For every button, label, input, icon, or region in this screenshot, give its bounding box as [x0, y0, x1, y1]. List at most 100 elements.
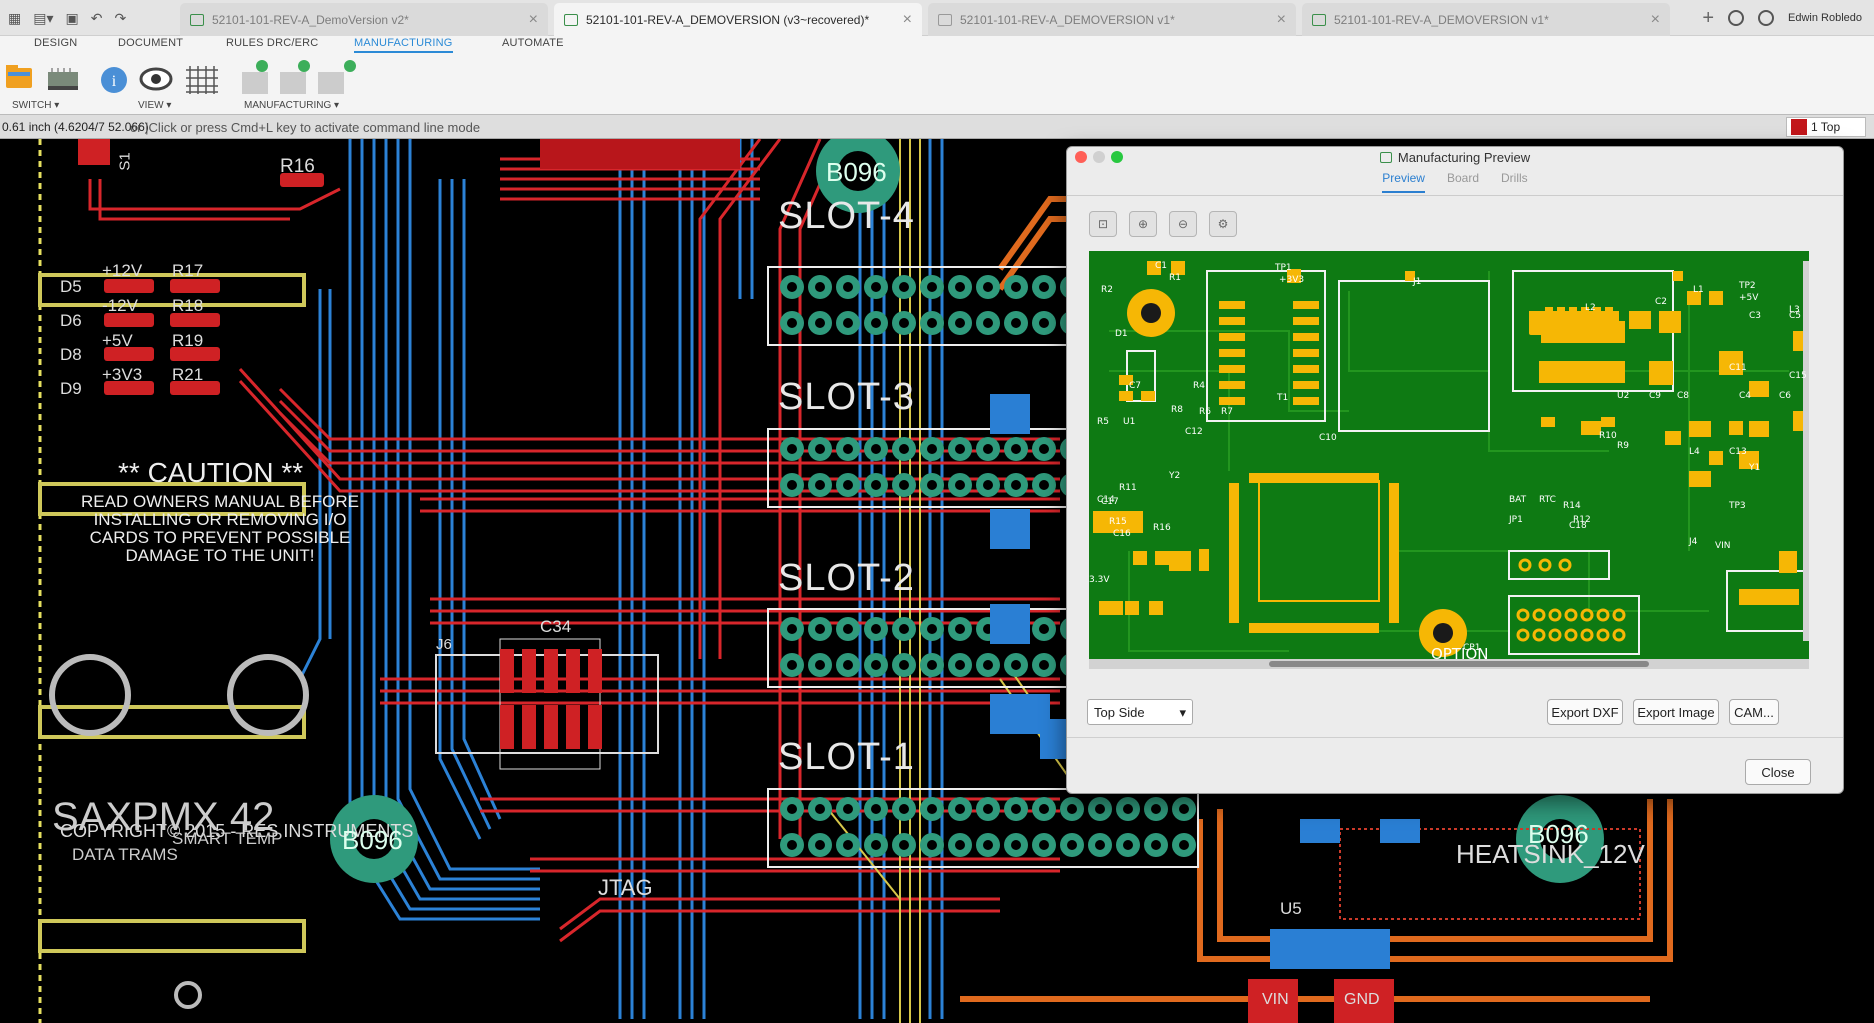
board-preview-image[interactable]: C1 R1 TP1 +3V3 J1 R2 D1 C7 R4 T1 R5 U1 R8 R6 R7 C12 C10 R… — [1089, 251, 1809, 669]
tab-design[interactable]: DESIGN — [34, 37, 77, 49]
silkscreen-label: R16 — [1153, 523, 1171, 533]
job-status-icon[interactable] — [1728, 10, 1744, 26]
cam-processor-icon[interactable] — [242, 60, 268, 94]
cam-button[interactable]: CAM... — [1729, 699, 1779, 725]
connector-drill — [1011, 444, 1021, 454]
connector-drill — [955, 480, 965, 490]
chevron-down-icon: ▾ — [1179, 705, 1186, 720]
design-file-icon — [1312, 13, 1326, 26]
gerber-export-icon[interactable] — [280, 60, 310, 94]
connector-drill — [1011, 318, 1021, 328]
side-select[interactable]: Top Side ▾ — [1087, 699, 1193, 725]
zoom-window-icon[interactable] — [1111, 151, 1123, 163]
redo-icon[interactable]: ↷ — [114, 10, 126, 27]
notifications-icon[interactable] — [1758, 10, 1774, 26]
export-image-button[interactable]: Export Image — [1633, 699, 1719, 725]
connector-drill — [787, 318, 797, 328]
settings-gear-icon[interactable]: ⚙ — [1209, 211, 1237, 237]
connector-drill — [927, 444, 937, 454]
close-tab-icon[interactable]: × — [529, 11, 538, 29]
command-line-input[interactable]: or |Click or press Cmd+L key to activate… — [130, 120, 480, 135]
connector-drill — [1123, 804, 1133, 814]
export-dxf-button[interactable]: Export DXF — [1547, 699, 1623, 725]
group-label-manufacturing[interactable]: MANUFACTURING ▾ — [244, 100, 339, 111]
connector-drill — [815, 318, 825, 328]
logo-subtitle: SMART TEMP — [172, 829, 283, 848]
close-tab-icon[interactable]: × — [1277, 11, 1286, 29]
tab-board[interactable]: Board — [1447, 171, 1479, 193]
connector-drill — [1151, 840, 1161, 850]
silkscreen-label: C11 — [1729, 363, 1747, 373]
connector-drill — [1179, 840, 1189, 850]
connector-drill — [955, 444, 965, 454]
save-icon[interactable]: ▣ — [66, 10, 79, 27]
group-label-switch[interactable]: SWITCH ▾ — [12, 100, 59, 111]
file-menu-icon[interactable]: ▤▾ — [33, 10, 53, 27]
command-line[interactable]: 0.61 inch (4.6204/7 52.066) or |Click or… — [0, 114, 1874, 139]
tab-document[interactable]: DOCUMENT — [118, 37, 183, 49]
silkscreen-label: R10 — [1599, 431, 1617, 441]
silkscreen-label: TP1 — [1275, 263, 1292, 273]
grid-icon[interactable] — [186, 66, 218, 94]
grid-menu-icon[interactable]: ▦ — [8, 10, 21, 27]
silkscreen-label: L2 — [1585, 303, 1596, 313]
document-tab[interactable]: 52101-101-REV-A_DEMOVERSION v1* × — [928, 3, 1296, 36]
close-button[interactable]: Close — [1745, 759, 1811, 785]
close-tab-icon[interactable]: × — [903, 11, 912, 29]
silkscreen-label: RTC — [1539, 495, 1556, 505]
tab-automate[interactable]: AUTOMATE — [502, 37, 564, 49]
minimize-window-icon[interactable] — [1093, 151, 1105, 163]
silkscreen-label: C6 — [1779, 391, 1792, 401]
user-name[interactable]: Edwin Robledo — [1788, 12, 1862, 24]
connector-drill — [843, 840, 853, 850]
tab-preview[interactable]: Preview — [1382, 171, 1425, 193]
document-tab[interactable]: 52101-101-REV-A_DemoVersion v2* × — [180, 3, 548, 36]
manufacturing-preview-icon[interactable] — [318, 60, 356, 94]
open-folder-icon[interactable] — [6, 65, 32, 88]
copyright-logo — [174, 981, 202, 1009]
label-plus3v3: +3V3 — [102, 365, 143, 384]
ref-u5: U5 — [1280, 899, 1302, 918]
silkscreen-label: R11 — [1119, 483, 1137, 493]
connector-drill — [1095, 840, 1105, 850]
ref-d9: D9 — [60, 379, 82, 398]
dialog-tabs: Preview Board Drills — [1067, 171, 1843, 193]
silkscreen-label: T1 — [1277, 393, 1289, 403]
silkscreen-label: R5 — [1097, 417, 1109, 427]
connector-drill — [1011, 480, 1021, 490]
document-tab-active[interactable]: 52101-101-REV-A_DEMOVERSION (v3~recovere… — [554, 3, 922, 36]
silkscreen-label: CP1 — [1463, 643, 1481, 653]
connector-drill — [815, 660, 825, 670]
connector-drill — [1039, 624, 1049, 634]
logo-mark — [49, 654, 309, 736]
connector-drill — [955, 660, 965, 670]
connector-drill — [899, 804, 909, 814]
undo-icon[interactable]: ↶ — [91, 10, 103, 27]
tab-rules-drc-erc[interactable]: RULES DRC/ERC — [226, 37, 318, 49]
visibility-eye-icon[interactable] — [139, 67, 173, 91]
silkscreen-label: C13 — [1729, 447, 1747, 457]
connector-drill — [927, 282, 937, 292]
silkscreen-label: C12 — [1185, 427, 1203, 437]
new-tab-icon[interactable]: + — [1702, 7, 1714, 30]
connector-drill — [899, 318, 909, 328]
connector-drill — [787, 444, 797, 454]
tab-manufacturing[interactable]: MANUFACTURING — [354, 37, 453, 53]
pcb-switch-icon[interactable] — [48, 68, 78, 90]
connector-drill — [1039, 318, 1049, 328]
zoom-in-icon[interactable]: ⊕ — [1129, 211, 1157, 237]
zoom-out-icon[interactable]: ⊖ — [1169, 211, 1197, 237]
zoom-fit-icon[interactable]: ⊡ — [1089, 211, 1117, 237]
connector-drill — [787, 840, 797, 850]
silkscreen-label: Y1 — [1749, 463, 1761, 473]
connector-drill — [899, 660, 909, 670]
connector-drill — [1151, 804, 1161, 814]
account-area: + Edwin Robledo — [1702, 0, 1874, 36]
close-window-icon[interactable] — [1075, 151, 1087, 163]
info-icon[interactable]: i — [101, 67, 127, 93]
tab-drills[interactable]: Drills — [1501, 171, 1528, 193]
close-tab-icon[interactable]: × — [1651, 11, 1660, 29]
layer-selector[interactable]: 1 Top — [1786, 117, 1866, 137]
document-tab[interactable]: 52101-101-REV-A_DEMOVERSION v1* × — [1302, 3, 1670, 36]
group-label-view[interactable]: VIEW ▾ — [138, 100, 171, 111]
